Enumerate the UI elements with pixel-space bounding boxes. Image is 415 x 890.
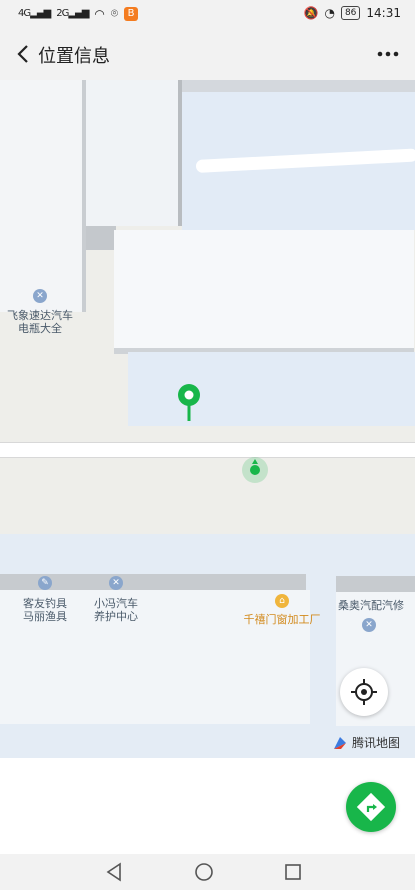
map-building: [182, 80, 415, 92]
attribution-text: 腾讯地图: [352, 736, 401, 750]
navigation-diamond-icon: [356, 792, 386, 822]
locate-button[interactable]: [340, 668, 388, 716]
more-dots-icon[interactable]: [375, 42, 401, 66]
map-building: [0, 80, 86, 312]
mute-icon: 🔕: [303, 6, 319, 20]
map-building: [114, 230, 414, 354]
signal-icon: 2G▂▄▆: [56, 8, 89, 19]
poi-repair-icon[interactable]: ✕: [109, 576, 123, 590]
poi-label[interactable]: 小冯汽车 养护中心: [86, 597, 146, 623]
status-bar: 4G▂▄▆ 2G▂▄▆ ◠ ⌾ B 🔕 ◔ 86 14:31: [0, 0, 415, 28]
poi-shop-icon[interactable]: ✎: [38, 576, 52, 590]
map-building: [336, 576, 415, 592]
location-icon: ⌾: [110, 6, 119, 20]
app-notification-icon: B: [124, 6, 139, 21]
current-location-icon: [242, 457, 268, 483]
speed-icon: ◔: [324, 6, 335, 20]
poi-factory-icon[interactable]: ⌂: [275, 594, 289, 608]
poi-repair-icon[interactable]: ✕: [362, 618, 376, 632]
map-building: [128, 352, 415, 426]
signal-icon: 4G▂▄▆: [18, 8, 51, 19]
tencent-map-logo-icon: [334, 736, 346, 749]
nav-back-icon[interactable]: [104, 862, 124, 882]
poi-label[interactable]: 客友钓具 马丽渔具: [14, 597, 76, 623]
page-title: 位置信息: [38, 46, 110, 67]
nav-recents-icon[interactable]: [283, 862, 303, 882]
map-view[interactable]: ✕ 飞象速达汽车 电瓶大全 ✎ 客友钓具 马丽渔具 ✕ 小冯汽车 养护中心 ⌂ 千禧门…: [0, 80, 415, 758]
battery-indicator: 86: [340, 6, 361, 20]
poi-label[interactable]: 飞象速达汽车 电瓶大全: [2, 309, 78, 335]
map-building: [86, 80, 183, 226]
map-attribution: 腾讯地图: [332, 734, 400, 751]
map-pin-icon: [178, 384, 200, 421]
clock: 14:31: [366, 6, 401, 20]
poi-label[interactable]: 桑奥汽配汽修: [330, 599, 412, 612]
poi-label[interactable]: 千禧门窗加工厂: [236, 613, 328, 626]
navigate-button[interactable]: [346, 782, 396, 832]
crosshair-icon: [351, 679, 377, 705]
title-bar: 位置信息: [0, 28, 415, 80]
system-nav-bar: [0, 854, 415, 890]
poi-repair-icon[interactable]: ✕: [33, 289, 47, 303]
nav-home-icon[interactable]: [194, 862, 214, 882]
map-building: [86, 226, 116, 250]
map-road: [0, 442, 415, 458]
wifi-icon: ◠: [94, 6, 105, 21]
chevron-left-icon[interactable]: [12, 42, 36, 66]
